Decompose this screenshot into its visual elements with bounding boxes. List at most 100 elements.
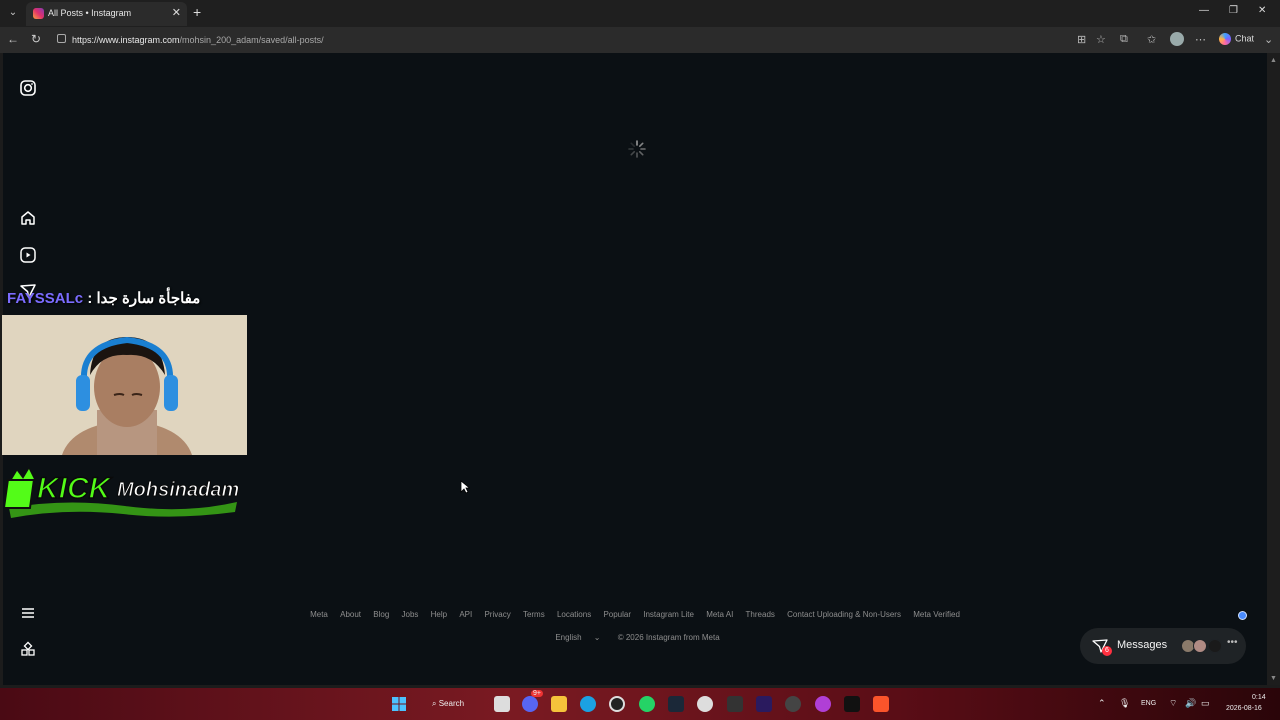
edge-icon[interactable] [580, 696, 596, 712]
favorites-icon[interactable]: ✩ [1147, 33, 1156, 46]
sidebar-chevron-icon[interactable]: ⌄ [1264, 33, 1273, 46]
premiere-pro-icon[interactable] [756, 696, 772, 712]
tray-chevron-up-icon[interactable]: ⌃ [1098, 698, 1106, 709]
home-icon[interactable] [19, 209, 37, 227]
footer-link[interactable]: About [340, 610, 361, 619]
footer-link[interactable]: Privacy [484, 610, 510, 619]
mouse-cursor-icon [460, 480, 470, 494]
discord-badge: 9+ [531, 690, 543, 697]
whatsapp-icon[interactable] [639, 696, 655, 712]
banner-name-text: Mohsinadam [117, 479, 239, 501]
windows-taskbar: ⌕ Search 9+ ⌃ 🎙 ENG ⌔ 🔊 ▭ 0:14 2026-08-1… [0, 688, 1280, 720]
footer-link[interactable]: Meta AI [706, 610, 733, 619]
banner-kick-text: KICK [37, 472, 113, 505]
footer-link[interactable]: Jobs [402, 610, 419, 619]
profile-avatar[interactable] [1170, 32, 1184, 46]
app-available-icon[interactable]: ⊞ [1077, 33, 1086, 46]
extensions-icon[interactable]: ⧉ [1120, 33, 1128, 46]
loading-spinner-icon [628, 140, 646, 158]
instagram-favicon-icon [33, 8, 44, 19]
chat-message: : مفاجأة سارة جدا [83, 290, 201, 307]
restore-icon[interactable]: ❐ [1229, 5, 1238, 16]
windows-start-icon[interactable] [391, 696, 407, 712]
discord-icon[interactable] [522, 696, 538, 712]
site-info-icon[interactable] [57, 34, 66, 43]
address-bar[interactable]: https://www.instagram.com/mohsin_200_ada… [51, 30, 1113, 50]
copyright: © 2026 Instagram from Meta [617, 633, 720, 642]
footer-link[interactable]: Instagram Lite [643, 610, 694, 619]
footer-link[interactable]: Contact Uploading & Non-Users [787, 610, 901, 619]
minimize-icon[interactable]: — [1199, 5, 1209, 16]
task-view-icon[interactable] [494, 696, 510, 712]
tab-bar: ⌄ All Posts • Instagram ✕ + — ❐ ✕ [0, 0, 1280, 27]
browser-window: ⌄ All Posts • Instagram ✕ + — ❐ ✕ ← ↻ ht… [0, 0, 1280, 688]
copilot-chat-button[interactable]: Chat [1219, 33, 1254, 45]
wifi-icon[interactable]: ⌔ [1169, 698, 1177, 709]
footer-link[interactable]: Popular [603, 610, 631, 619]
steam-icon[interactable] [668, 696, 684, 712]
instagram-logo-icon[interactable] [19, 79, 37, 97]
url-text[interactable]: https://www.instagram.com/mohsin_200_ada… [72, 35, 324, 45]
webcam-overlay [2, 315, 247, 455]
more-options-icon[interactable]: ⋯ [1195, 33, 1206, 46]
kick-banner: KICK Mohsinadam [2, 458, 243, 520]
tab-close-icon[interactable]: ✕ [172, 6, 181, 19]
battery-icon[interactable]: ▭ [1201, 698, 1210, 709]
messages-badge: 6 [1102, 646, 1112, 656]
volume-icon[interactable]: 🔊 [1185, 698, 1196, 709]
footer-link[interactable]: Blog [373, 610, 389, 619]
reels-icon[interactable] [19, 246, 37, 264]
footer-links: Meta About Blog Jobs Help API Privacy Te… [3, 610, 1267, 619]
footer-bottom: English ⌄ © 2026 Instagram from Meta [3, 633, 1267, 642]
stream-chat-overlay: FAYSSALc : مفاجأة سارة جدا [7, 289, 200, 307]
brave-icon[interactable] [873, 696, 889, 712]
scrollbar[interactable]: ▲ ▼ [1267, 53, 1280, 685]
search-icon: ⌕ [432, 699, 437, 708]
capcut-icon[interactable] [844, 696, 860, 712]
more-apps-icon[interactable] [19, 641, 37, 659]
clock-time[interactable]: 0:14 [1252, 694, 1266, 701]
window-close-icon[interactable]: ✕ [1258, 5, 1266, 16]
language-label: English [555, 633, 582, 642]
favorite-star-icon[interactable]: ☆ [1096, 33, 1106, 46]
chatgpt-icon[interactable] [697, 696, 713, 712]
avatar [1208, 639, 1222, 653]
avatar [1193, 639, 1207, 653]
copilot-icon [1219, 33, 1231, 45]
messages-button[interactable]: 6 Messages ••• [1080, 628, 1246, 664]
url-path: /mohsin_200_adam/saved/all-posts/ [179, 35, 324, 45]
language-indicator[interactable]: ENG [1141, 700, 1156, 707]
tab-list-chevron-icon[interactable]: ⌄ [4, 4, 22, 22]
footer-link[interactable]: Meta Verified [913, 610, 960, 619]
scroll-down-icon[interactable]: ▼ [1270, 675, 1277, 682]
music-app-icon[interactable] [815, 696, 831, 712]
file-explorer-icon[interactable] [551, 696, 567, 712]
refresh-icon[interactable]: ↻ [31, 32, 41, 46]
scroll-up-icon[interactable]: ▲ [1270, 57, 1277, 64]
footer-link[interactable]: Meta [310, 610, 328, 619]
footer-link[interactable]: Terms [523, 610, 545, 619]
microphone-icon[interactable]: 🎙 [1119, 698, 1130, 709]
settings-gear-icon[interactable] [785, 696, 801, 712]
back-arrow-icon[interactable]: ← [7, 32, 19, 46]
epic-games-icon[interactable] [727, 696, 743, 712]
search-label: Search [438, 699, 465, 708]
taskbar-search[interactable]: ⌕ Search [424, 695, 484, 713]
footer-link[interactable]: Locations [557, 610, 591, 619]
obs-icon[interactable] [609, 696, 625, 712]
footer-link[interactable]: API [459, 610, 472, 619]
navigation-bar: ← ↻ https://www.instagram.com/mohsin_200… [0, 27, 1280, 53]
chat-username: FAYSSALc [7, 290, 84, 307]
tab-title: All Posts • Instagram [48, 8, 132, 18]
clock-date[interactable]: 2026-08-16 [1226, 705, 1262, 712]
tab-instagram[interactable]: All Posts • Instagram ✕ [26, 2, 187, 26]
chevron-down-icon: ⌄ [593, 633, 601, 642]
url-host: https://www.instagram.com [72, 35, 180, 45]
kick-logo-banner: KICK Mohsinadam [2, 466, 240, 518]
footer-link[interactable]: Threads [746, 610, 775, 619]
webcam-person-image [2, 315, 247, 455]
new-tab-plus-icon[interactable]: + [193, 5, 201, 19]
language-selector[interactable]: English ⌄ [550, 633, 605, 642]
footer-link[interactable]: Help [431, 610, 447, 619]
chat-label: Chat [1235, 33, 1255, 44]
